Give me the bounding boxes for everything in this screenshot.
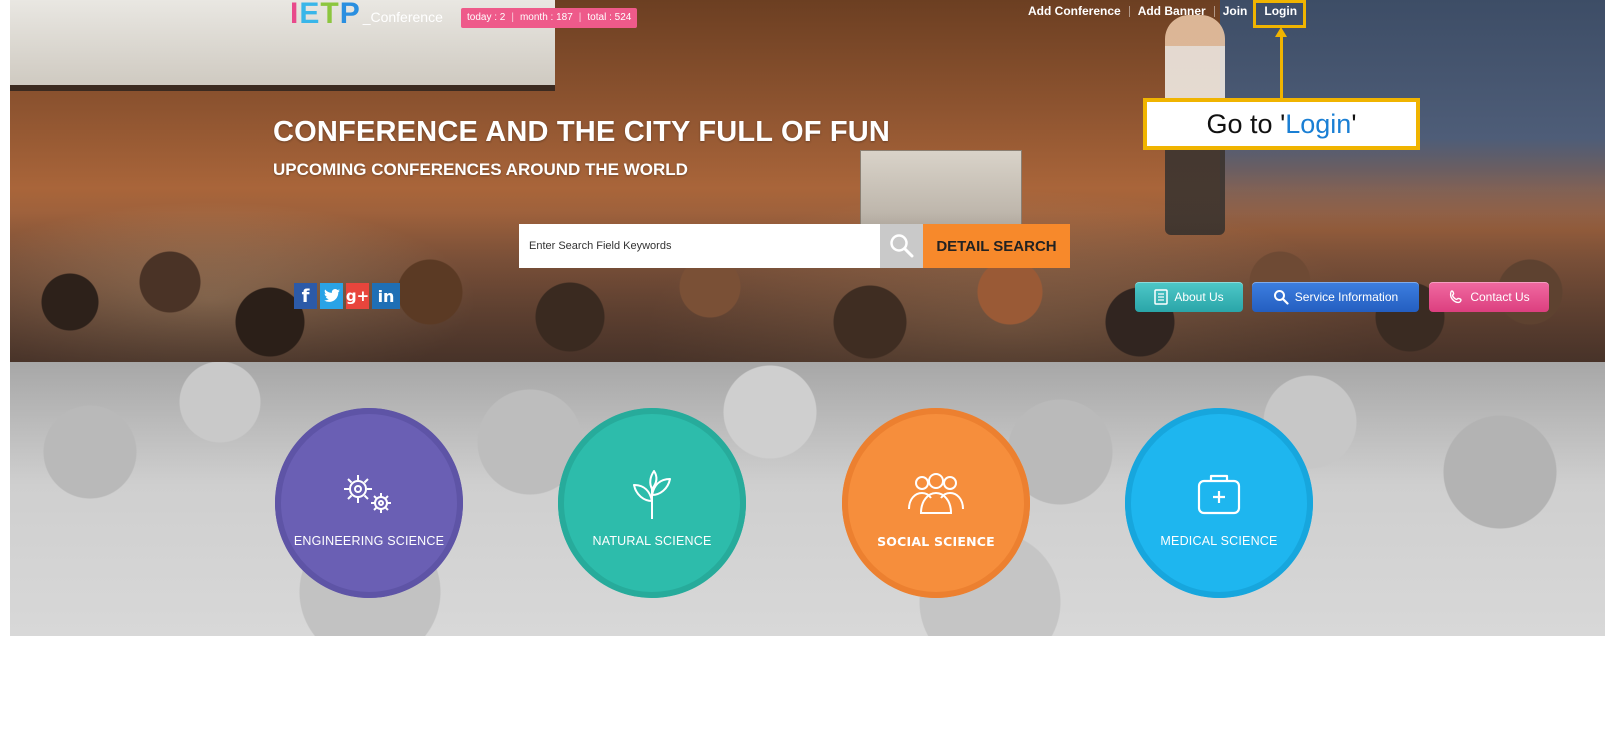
facebook-icon[interactable]: f <box>294 283 317 309</box>
category-social-science[interactable]: SOCIAL SCIENCE <box>842 408 1030 598</box>
social-links: f g+ in <box>294 283 400 309</box>
category-label: SOCIAL SCIENCE <box>877 533 995 549</box>
instruction-callout: Go to ' Login ' <box>1143 98 1420 150</box>
stat-separator: | <box>578 12 582 23</box>
detail-search-button[interactable]: DETAIL SEARCH <box>923 224 1070 268</box>
contact-us-label: Contact Us <box>1470 290 1530 304</box>
twitter-bird-glyph <box>323 289 340 302</box>
linkedin-icon[interactable]: in <box>372 283 400 309</box>
join-link[interactable]: Join <box>1223 4 1248 18</box>
gears-icon <box>334 464 404 524</box>
google-plus-icon[interactable]: g+ <box>346 283 369 309</box>
callout-prefix: Go to ' <box>1206 108 1286 139</box>
nav-divider <box>1213 5 1215 17</box>
search-button[interactable] <box>880 224 923 268</box>
logo-letter: I <box>290 0 300 30</box>
category-label: ENGINEERING SCIENCE <box>293 534 445 548</box>
nav-divider <box>1128 5 1130 17</box>
phone-icon <box>1450 290 1463 304</box>
document-icon <box>1154 289 1169 305</box>
callout-highlight: Login <box>1285 108 1352 139</box>
logo-letter: E <box>299 0 321 30</box>
contact-us-button[interactable]: Contact Us <box>1429 282 1549 312</box>
logo-letter: P <box>339 0 361 30</box>
search-input[interactable] <box>519 224 880 268</box>
people-icon <box>901 464 971 524</box>
visitor-stats-badge: today : 2 | month : 187 | total : 524 <box>461 8 638 28</box>
stat-today: today : 2 <box>467 12 506 23</box>
category-label: NATURAL SCIENCE <box>592 534 712 548</box>
callout-suffix: ' <box>1351 108 1357 139</box>
category-band <box>10 362 1605 636</box>
site-logo[interactable]: IETP _Conference <box>290 0 443 30</box>
hero-headline: CONFERENCE AND THE CITY FULL OF FUN <box>273 116 891 148</box>
hero-subheadline: UPCOMING CONFERENCES AROUND THE WORLD <box>273 160 688 179</box>
twitter-icon[interactable] <box>320 283 343 309</box>
service-information-button[interactable]: Service Information <box>1252 282 1419 312</box>
category-engineering-science[interactable]: ENGINEERING SCIENCE <box>275 408 463 598</box>
search-icon <box>889 234 913 258</box>
about-us-button[interactable]: About Us <box>1135 282 1243 312</box>
stat-total: total : 524 <box>587 12 632 23</box>
category-label: MEDICAL SCIENCE <box>1160 534 1278 548</box>
logo-mark: IETP <box>290 0 361 30</box>
stat-separator: | <box>511 12 514 23</box>
medical-kit-icon <box>1184 464 1254 524</box>
add-banner-link[interactable]: Add Banner <box>1138 4 1206 18</box>
stat-month: month : 187 <box>519 12 573 23</box>
add-conference-link[interactable]: Add Conference <box>1028 4 1121 18</box>
magnifier-icon <box>1273 290 1289 305</box>
logo-suffix: _Conference <box>362 9 443 25</box>
login-highlight-box <box>1253 0 1306 28</box>
sprout-icon <box>617 464 687 524</box>
category-medical-science[interactable]: MEDICAL SCIENCE <box>1125 408 1313 598</box>
logo-letter: T <box>320 0 340 30</box>
about-us-label: About Us <box>1174 290 1224 304</box>
category-natural-science[interactable]: NATURAL SCIENCE <box>558 408 746 598</box>
callout-connector <box>1280 34 1283 98</box>
service-information-label: Service Information <box>1294 290 1399 304</box>
